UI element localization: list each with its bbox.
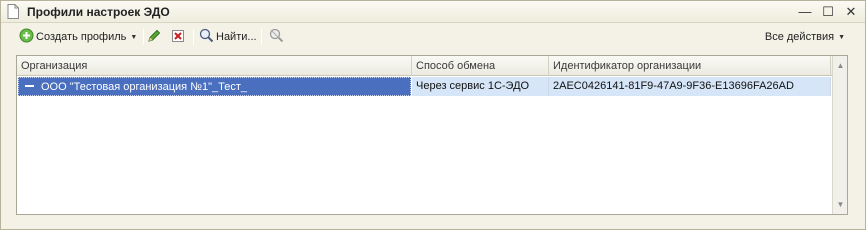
title-bar[interactable]: Профили настроек ЭДО — ☐ ✕ (1, 1, 865, 23)
column-header-organization[interactable]: Организация (17, 56, 412, 76)
chevron-down-icon: ▼ (838, 33, 845, 41)
settings-profiles-window: Профили настроек ЭДО — ☐ ✕ Создать профи… (0, 0, 866, 230)
minimize-button[interactable]: — (797, 4, 813, 20)
cancel-search-button[interactable] (269, 27, 284, 47)
create-profile-button[interactable]: Создать профиль ▼ (19, 27, 137, 47)
create-profile-label: Создать профиль (36, 31, 127, 43)
organization-value: ООО "Тестовая организация №1"_Тест_ (41, 81, 248, 93)
delete-icon (171, 29, 185, 46)
search-icon (199, 28, 214, 46)
close-button[interactable]: ✕ (843, 4, 859, 20)
scroll-up-icon[interactable]: ▲ (833, 58, 848, 73)
window-title: Профили настроек ЭДО (27, 5, 170, 19)
org-id-cell[interactable]: 2AEC0426141-81F9-47A9-9F36-E13696FA26AD (549, 77, 831, 96)
profiles-table: Организация Способ обмена Идентификатор … (16, 55, 848, 215)
table-header: Организация Способ обмена Идентификатор … (17, 56, 847, 76)
edit-button[interactable] (147, 27, 161, 47)
maximize-button[interactable]: ☐ (820, 4, 836, 20)
exchange-method-cell[interactable]: Через сервис 1С-ЭДО (412, 77, 549, 96)
toolbar: Создать профиль ▼ Найти... Все действия … (11, 25, 857, 49)
add-icon (19, 28, 34, 46)
toolbar-separator (193, 29, 194, 45)
row-marker-icon (25, 85, 34, 88)
cancel-search-icon (269, 28, 284, 46)
chevron-down-icon: ▼ (130, 33, 138, 41)
column-header-org-id[interactable]: Идентификатор организации (549, 56, 831, 76)
organization-cell[interactable]: ООО "Тестовая организация №1"_Тест_ (18, 77, 411, 96)
document-icon (7, 4, 19, 19)
column-header-exchange-method[interactable]: Способ обмена (412, 56, 549, 76)
vertical-scrollbar[interactable]: ▲ ▼ (832, 56, 847, 214)
pencil-icon (147, 29, 161, 46)
toolbar-separator (261, 29, 262, 45)
delete-button[interactable] (171, 27, 185, 47)
all-actions-label: Все действия (764, 31, 835, 43)
find-label: Найти... (216, 31, 257, 43)
all-actions-menu[interactable]: Все действия ▼ (765, 27, 845, 47)
toolbar-separator (143, 29, 144, 45)
scroll-down-icon[interactable]: ▼ (833, 197, 848, 212)
table-row[interactable]: ООО "Тестовая организация №1"_Тест_ Чере… (17, 77, 831, 96)
find-button[interactable]: Найти... (199, 27, 257, 47)
